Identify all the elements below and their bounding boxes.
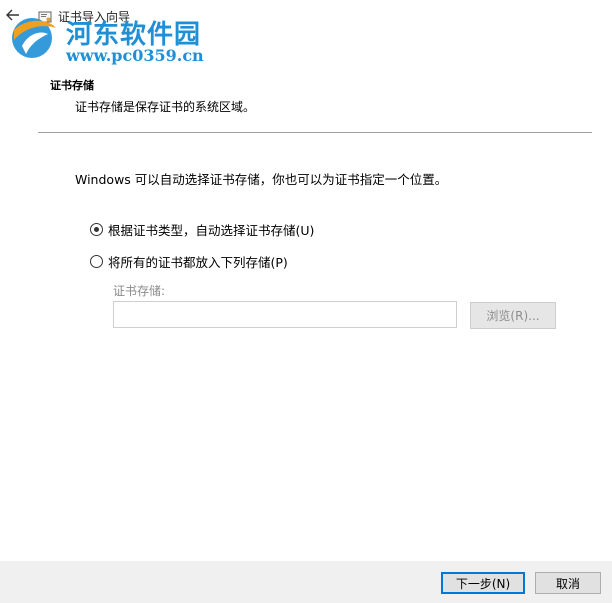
certificate-store-label: 证书存储: <box>113 284 166 298</box>
radio-button-checked[interactable] <box>90 223 103 236</box>
page-description: 证书存储是保存证书的系统区域。 <box>75 100 256 114</box>
watermark-url: www.pc0359.cn <box>66 46 204 65</box>
footer-bar: 下一步(N) 取消 <box>0 561 612 603</box>
radio-button-unchecked[interactable] <box>90 255 103 268</box>
page-title: 证书存储 <box>50 79 94 92</box>
next-button[interactable]: 下一步(N) <box>441 572 525 594</box>
certificate-store-field[interactable] <box>113 301 457 328</box>
watermark-logo-icon <box>12 18 56 58</box>
header-divider <box>38 132 592 133</box>
watermark: 河东软件园 www.pc0359.cn <box>4 12 209 70</box>
cancel-button[interactable]: 取消 <box>535 572 601 594</box>
radio-auto-select[interactable]: 根据证书类型，自动选择证书存储(U) <box>90 220 314 239</box>
radio-place-in-store-label: 将所有的证书都放入下列存储(P) <box>108 255 288 270</box>
browse-button[interactable]: 浏览(R)... <box>470 302 556 329</box>
radio-auto-select-label: 根据证书类型，自动选择证书存储(U) <box>108 223 315 238</box>
radio-dot <box>94 227 99 232</box>
radio-place-in-store[interactable]: 将所有的证书都放入下列存储(P) <box>90 252 288 271</box>
intro-text: Windows 可以自动选择证书存储，你也可以为证书指定一个位置。 <box>75 172 448 187</box>
